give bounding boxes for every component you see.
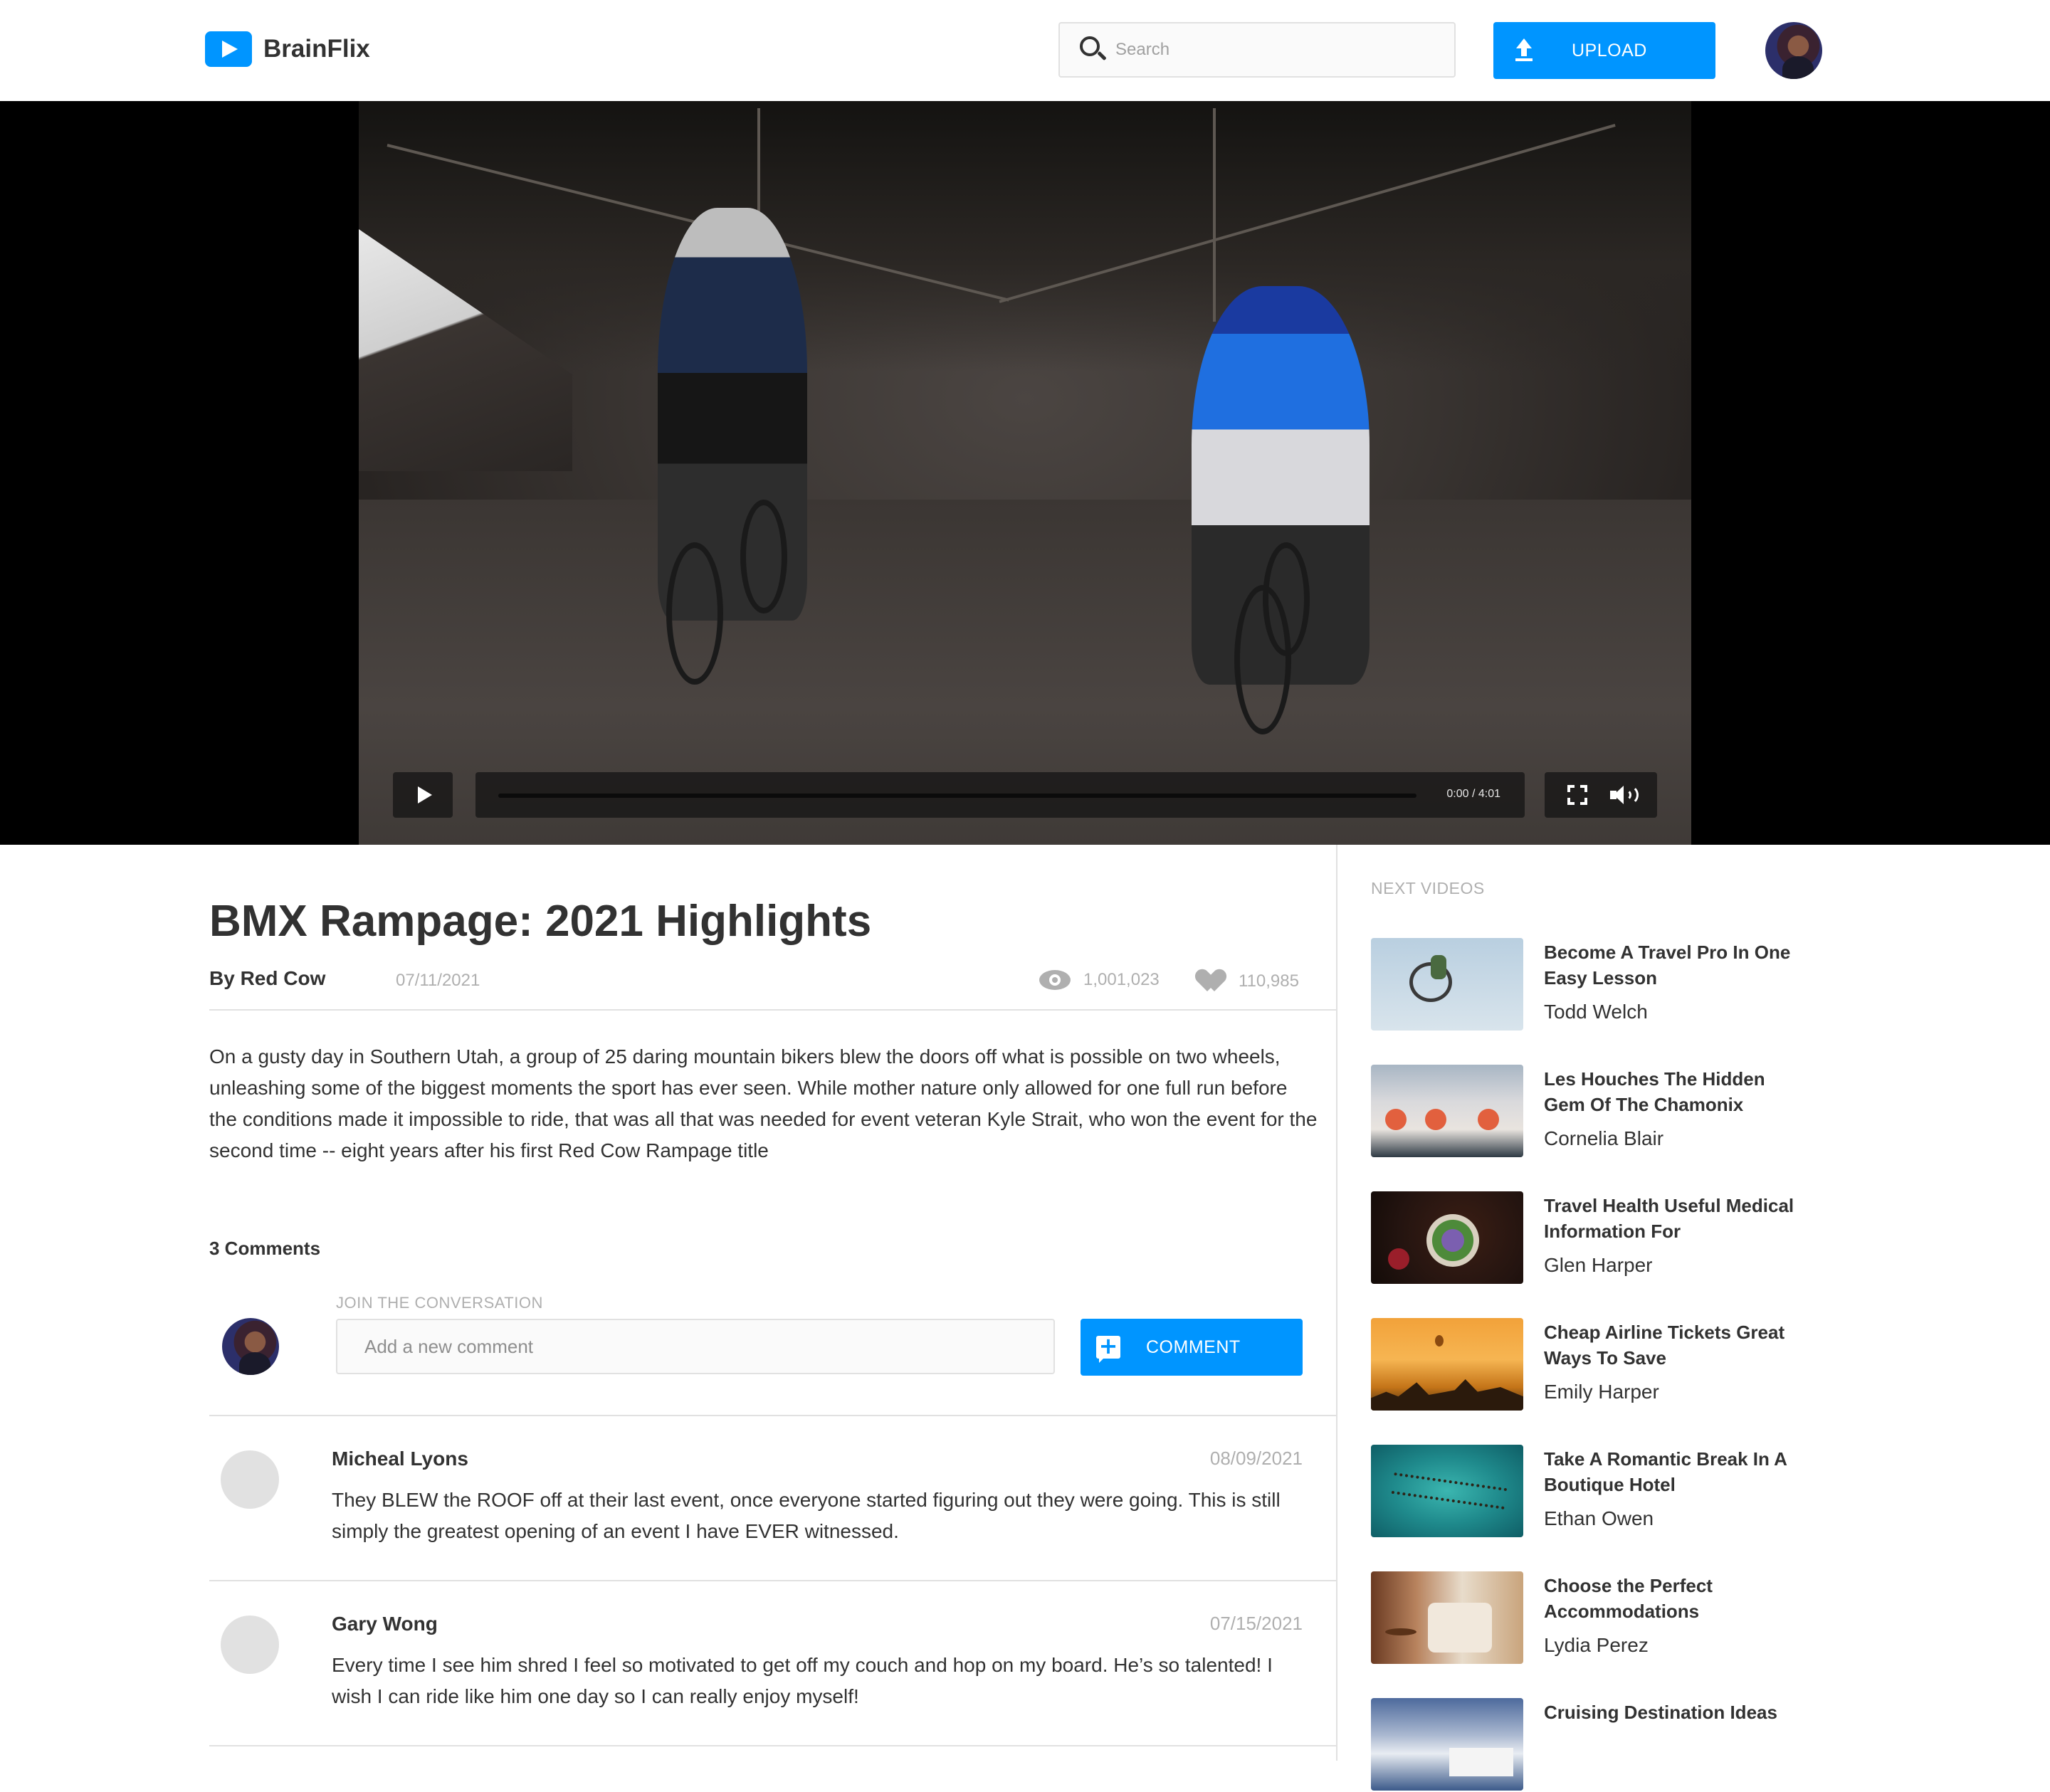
next-video-channel: Emily Harper	[1544, 1381, 1659, 1403]
comment-input[interactable]	[336, 1319, 1055, 1374]
site-header: BrainFlix UPLOAD	[0, 0, 2050, 101]
sidebar-divider	[1336, 845, 1337, 1761]
comment-avatar	[221, 1616, 279, 1674]
comment-button-label: COMMENT	[1146, 1337, 1241, 1357]
logo[interactable]: BrainFlix	[205, 31, 370, 67]
video-thumbnail	[1371, 1571, 1523, 1664]
comment-date: 08/09/2021	[1209, 1448, 1303, 1469]
next-video-item[interactable]: Travel Health Useful Medical Information…	[1371, 1191, 1869, 1285]
volume-icon[interactable]	[1610, 784, 1639, 806]
upload-button-label: UPLOAD	[1572, 40, 1647, 60]
video-player[interactable]: 0:00 / 4:01	[359, 101, 1691, 845]
add-comment-icon	[1096, 1334, 1120, 1363]
next-video-title: Take A Romantic Break In A Boutique Hote…	[1544, 1448, 1787, 1495]
fullscreen-icon[interactable]	[1567, 785, 1587, 805]
search-bar[interactable]	[1058, 22, 1456, 78]
join-conversation-label: JOIN THE CONVERSATION	[336, 1294, 543, 1312]
views-count: 1,001,023	[1083, 970, 1160, 989]
user-avatar[interactable]	[1765, 22, 1822, 79]
views-stat: 1,001,023	[1039, 970, 1160, 990]
comment-date: 07/15/2021	[1209, 1613, 1303, 1634]
next-video-channel: Ethan Owen	[1544, 1507, 1654, 1529]
video-thumbnail	[1371, 1318, 1523, 1411]
details-divider	[209, 1009, 1337, 1011]
comment-form-avatar	[222, 1318, 279, 1375]
next-video-channel: Glen Harper	[1544, 1254, 1653, 1276]
time-readout: 0:00 / 4:01	[1446, 788, 1500, 800]
upload-icon	[1513, 38, 1535, 63]
comment-button[interactable]: COMMENT	[1081, 1319, 1303, 1376]
next-video-title: Become A Travel Pro In One Easy Lesson	[1544, 942, 1791, 989]
progress-scrubber[interactable]	[498, 794, 1416, 798]
video-thumbnail	[1371, 938, 1523, 1031]
comment-author: Gary Wong	[332, 1613, 438, 1635]
video-thumbnail	[1371, 1191, 1523, 1284]
next-video-channel: Lydia Perez	[1544, 1634, 1649, 1656]
comment-avatar	[221, 1450, 279, 1509]
next-video-title: Les Houches The Hidden Gem Of The Chamon…	[1544, 1068, 1765, 1115]
video-controls: 0:00 / 4:01	[359, 101, 1691, 845]
likes-count: 110,985	[1239, 971, 1299, 991]
progress-bar-container: 0:00 / 4:01	[475, 772, 1525, 818]
search-input[interactable]	[1115, 40, 1429, 60]
logo-play-icon	[205, 31, 252, 67]
next-videos-label: NEXT VIDEOS	[1371, 879, 1485, 897]
comment-text: They BLEW the ROOF off at their last eve…	[332, 1489, 1281, 1542]
video-thumbnail	[1371, 1445, 1523, 1537]
next-video-item[interactable]: Les Houches The Hidden Gem Of The Chamon…	[1371, 1065, 1869, 1159]
next-video-title: Cruising Destination Ideas	[1544, 1702, 1777, 1723]
upload-date: 07/11/2021	[396, 971, 480, 990]
comments-divider	[209, 1415, 1337, 1416]
next-video-title: Travel Health Useful Medical Information…	[1544, 1195, 1794, 1242]
likes-stat[interactable]: 110,985	[1192, 966, 1299, 993]
channel-byline: By Red Cow	[209, 967, 326, 989]
player-actions	[1545, 772, 1657, 818]
eye-icon	[1039, 970, 1071, 990]
heart-icon	[1192, 966, 1230, 993]
next-video-title: Choose the Perfect Accommodations	[1544, 1575, 1713, 1622]
next-video-item[interactable]: Take A Romantic Break In A Boutique Hote…	[1371, 1445, 1869, 1539]
next-video-channel: Todd Welch	[1544, 1001, 1648, 1023]
play-icon	[418, 786, 432, 803]
video-hero: 0:00 / 4:01	[0, 101, 2050, 845]
play-button[interactable]	[393, 772, 453, 818]
video-thumbnail	[1371, 1698, 1523, 1791]
page-title: BMX Rampage: 2021 Highlights	[209, 897, 872, 946]
logo-text: BrainFlix	[263, 35, 370, 63]
next-video-item[interactable]: Become A Travel Pro In One Easy Lesson T…	[1371, 938, 1869, 1032]
next-video-item[interactable]: Choose the Perfect Accommodations Lydia …	[1371, 1571, 1869, 1665]
comment-divider	[209, 1745, 1337, 1746]
next-video-title: Cheap Airline Tickets Great Ways To Save	[1544, 1322, 1785, 1369]
next-video-channel: Cornelia Blair	[1544, 1127, 1664, 1149]
video-description: On a gusty day in Southern Utah, a group…	[209, 1045, 1318, 1161]
video-thumbnail	[1371, 1065, 1523, 1157]
upload-button[interactable]: UPLOAD	[1493, 22, 1715, 79]
comment-text: Every time I see him shred I feel so mot…	[332, 1654, 1273, 1707]
next-video-item[interactable]: Cruising Destination Ideas	[1371, 1698, 1869, 1792]
comment-author: Micheal Lyons	[332, 1448, 468, 1470]
search-icon	[1080, 36, 1107, 63]
comments-count: 3 Comments	[209, 1238, 321, 1259]
next-video-item[interactable]: Cheap Airline Tickets Great Ways To Save…	[1371, 1318, 1869, 1412]
comment-divider	[209, 1580, 1337, 1581]
